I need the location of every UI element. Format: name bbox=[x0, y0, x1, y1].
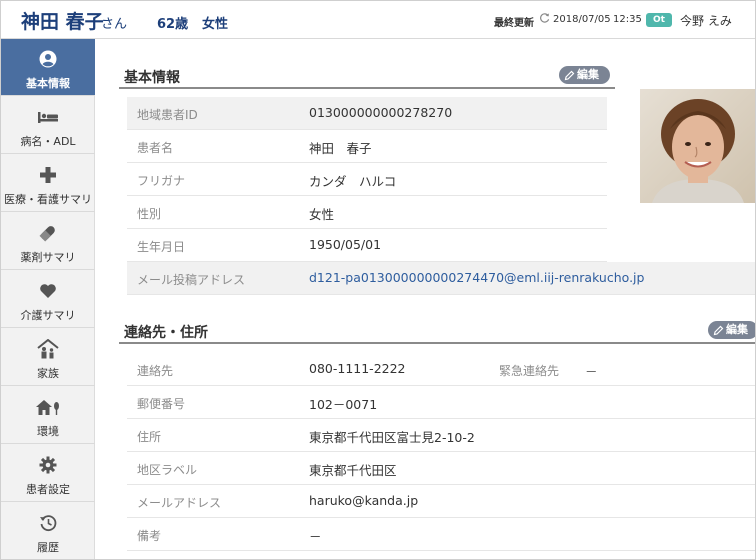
section-divider bbox=[119, 342, 755, 344]
patient-sex: 女性 bbox=[202, 17, 229, 32]
pill-icon bbox=[1, 223, 95, 243]
sidebar-item-label: 薬剤サマリ bbox=[20, 251, 76, 264]
pencil-icon bbox=[564, 69, 575, 87]
row-value: カンダ ハルコ bbox=[309, 174, 397, 189]
contact-row-address: 住所 東京都千代田区富士見2-10-2 bbox=[127, 419, 755, 452]
row-value: 102－0071 bbox=[309, 397, 378, 412]
patient-photo bbox=[640, 89, 755, 203]
user-name[interactable]: 今野 えみ bbox=[680, 12, 732, 29]
family-house-icon bbox=[1, 339, 95, 359]
sidebar-item-drug-summary[interactable]: 薬剤サマリ bbox=[1, 213, 95, 270]
info-row-post-email: メール投稿アドレス d121-pa013000000000274470@eml.… bbox=[127, 262, 755, 295]
emergency-contact-label: 緊急連絡先 bbox=[499, 364, 560, 378]
sidebar-item-history[interactable]: 履歴 bbox=[1, 503, 95, 559]
user-circle-icon bbox=[1, 49, 95, 69]
info-row-patient-id: 地域患者ID 013000000000278270 bbox=[127, 97, 607, 130]
sidebar-item-label: 環境 bbox=[37, 425, 59, 438]
contact-row-phone: 連絡先 080-1111-2222 緊急連絡先 － bbox=[127, 353, 755, 386]
contact-row-email: メールアドレス haruko@kanda.jp bbox=[127, 485, 755, 518]
sidebar-item-diagnosis-adl[interactable]: 病名・ADL bbox=[1, 97, 95, 154]
row-value: 女性 bbox=[309, 207, 335, 222]
row-label: 地域患者ID bbox=[137, 108, 198, 122]
sidebar-item-label: 介護サマリ bbox=[20, 309, 76, 322]
plus-icon bbox=[1, 165, 95, 185]
sidebar-item-environment[interactable]: 環境 bbox=[1, 387, 95, 444]
row-value: 神田 春子 bbox=[309, 141, 372, 156]
patient-header: 神田 春子 さん 62歳 女性 最終更新 2018/07/05 12:35 Ot… bbox=[1, 1, 755, 39]
refresh-icon[interactable] bbox=[539, 12, 550, 26]
row-label: 住所 bbox=[137, 430, 162, 444]
info-row-sex: 性別 女性 bbox=[127, 196, 607, 229]
section-divider bbox=[119, 87, 615, 89]
row-value: 東京都千代田区 bbox=[309, 463, 397, 478]
row-label: フリガナ bbox=[137, 174, 186, 188]
honorific: さん bbox=[101, 17, 128, 32]
row-label: メール投稿アドレス bbox=[137, 273, 246, 287]
last-updated-date: 2018/07/05 bbox=[553, 14, 611, 25]
info-row-patient-name: 患者名 神田 春子 bbox=[127, 130, 607, 163]
sidebar-item-care-summary[interactable]: 介護サマリ bbox=[1, 271, 95, 328]
contact-edit-button[interactable]: 編集 bbox=[708, 321, 755, 342]
info-row-birthdate: 生年月日 1950/05/01 bbox=[127, 229, 607, 262]
bed-icon bbox=[1, 107, 95, 127]
sidebar-item-medical-summary[interactable]: 医療・看護サマリ bbox=[1, 155, 95, 212]
post-email-link[interactable]: d121-pa013000000000274470@eml.iij-renrak… bbox=[309, 270, 644, 285]
app-frame: 神田 春子 さん 62歳 女性 最終更新 2018/07/05 12:35 Ot… bbox=[0, 0, 756, 560]
sidebar-item-label: 基本情報 bbox=[26, 77, 70, 90]
basic-info-edit-button[interactable]: 編集 bbox=[559, 66, 610, 84]
sidebar-item-label: 家族 bbox=[37, 367, 59, 380]
last-updated-label: 最終更新 bbox=[494, 18, 534, 29]
emergency-contact-value: － bbox=[585, 364, 598, 379]
contact-row-district-label: 地区ラベル 東京都千代田区 bbox=[127, 452, 755, 485]
contact-title: 連絡先・住所 bbox=[124, 325, 208, 341]
history-icon bbox=[1, 513, 95, 533]
last-updated-time: 12:35 bbox=[613, 14, 642, 25]
sidebar: 基本情報 病名・ADL 医療・看護サマリ 薬剤サマリ 介護サマリ 家族 環境 患… bbox=[1, 39, 95, 559]
info-row-furigana: フリガナ カンダ ハルコ bbox=[127, 163, 607, 196]
row-label: 備考 bbox=[137, 529, 162, 543]
sidebar-item-label: 医療・看護サマリ bbox=[4, 193, 92, 206]
row-value: 東京都千代田区富士見2-10-2 bbox=[309, 430, 475, 445]
sidebar-item-label: 履歴 bbox=[37, 541, 59, 554]
home-tree-icon bbox=[1, 397, 95, 417]
row-value: 080-1111-2222 bbox=[309, 361, 406, 376]
sidebar-item-patient-settings[interactable]: 患者設定 bbox=[1, 445, 95, 502]
patient-name: 神田 春子 bbox=[21, 11, 104, 33]
patient-age: 62歳 bbox=[157, 17, 189, 32]
row-label: 地区ラベル bbox=[137, 463, 198, 477]
basic-info-title: 基本情報 bbox=[124, 70, 180, 86]
edit-label: 編集 bbox=[726, 323, 748, 336]
contact-row-notes: 備考 － bbox=[127, 518, 755, 551]
contact-row-postal-code: 郵便番号 102－0071 bbox=[127, 386, 755, 419]
gear-icon bbox=[1, 455, 95, 475]
heart-icon bbox=[1, 281, 95, 301]
row-label: 性別 bbox=[137, 207, 162, 221]
edit-label: 編集 bbox=[577, 68, 599, 81]
row-label: メールアドレス bbox=[137, 496, 222, 510]
row-value: 1950/05/01 bbox=[309, 237, 382, 252]
row-label: 生年月日 bbox=[137, 240, 186, 254]
row-label: 患者名 bbox=[137, 141, 174, 155]
pencil-icon bbox=[713, 324, 724, 342]
row-value: haruko@kanda.jp bbox=[309, 493, 419, 508]
sidebar-item-label: 病名・ADL bbox=[20, 135, 76, 148]
sidebar-item-basic-info[interactable]: 基本情報 bbox=[1, 39, 95, 96]
row-value: － bbox=[309, 529, 322, 544]
sidebar-item-label: 患者設定 bbox=[26, 483, 70, 496]
user-badge: Ot bbox=[646, 13, 672, 27]
row-label: 郵便番号 bbox=[137, 397, 186, 411]
row-label: 連絡先 bbox=[137, 364, 174, 378]
row-value: 013000000000278270 bbox=[309, 105, 453, 120]
sidebar-item-family[interactable]: 家族 bbox=[1, 329, 95, 386]
